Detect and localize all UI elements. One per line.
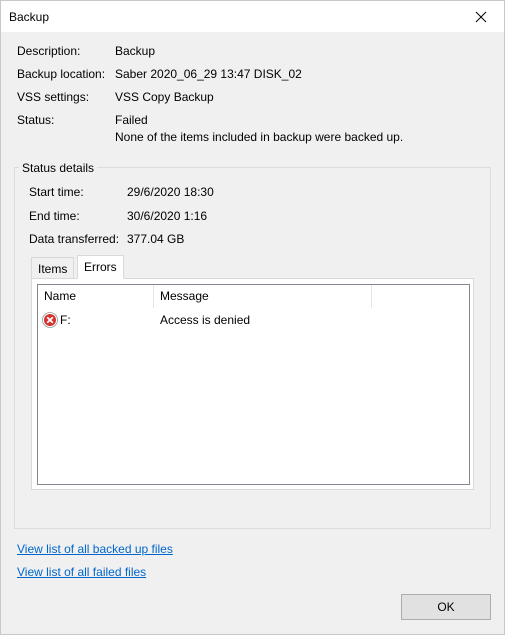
vss-settings-value: VSS Copy Backup [115, 90, 214, 104]
tab-errors[interactable]: Errors [77, 255, 124, 279]
description-value: Backup [115, 44, 156, 58]
item-name: F: [60, 313, 71, 327]
title-bar[interactable]: Backup [1, 1, 504, 32]
status-label: Status: [17, 113, 55, 127]
close-button[interactable] [458, 1, 504, 32]
errors-tab-panel: Name Message F: Access is denied [31, 278, 474, 490]
close-icon [475, 11, 487, 22]
column-header-filler [372, 285, 469, 308]
end-time-value: 30/6/2020 1:16 [127, 209, 208, 223]
status-details-legend: Status details [19, 160, 98, 176]
vss-settings-label: VSS settings: [17, 90, 90, 104]
start-time-value: 29/6/2020 18:30 [127, 185, 214, 199]
tab-items[interactable]: Items [31, 257, 75, 279]
errors-list[interactable]: Name Message F: Access is denied [37, 284, 470, 485]
end-time-label: End time: [29, 209, 80, 223]
column-header-name[interactable]: Name [38, 285, 154, 308]
error-icon [42, 312, 58, 328]
status-details-group: Status details Start time: 29/6/2020 18:… [14, 160, 491, 529]
column-header-message[interactable]: Message [154, 285, 372, 308]
view-failed-files-link[interactable]: View list of all failed files [17, 565, 146, 579]
ok-button[interactable]: OK [401, 594, 491, 620]
status-value: Failed [115, 113, 148, 127]
view-backed-up-files-link[interactable]: View list of all backed up files [17, 542, 173, 556]
status-message: None of the items included in backup wer… [115, 130, 404, 144]
start-time-label: Start time: [29, 185, 84, 199]
list-item[interactable]: F: Access is denied [38, 309, 469, 331]
backup-location-value: Saber 2020_06_29 13:47 DISK_02 [115, 67, 302, 81]
window-title: Backup [9, 10, 50, 24]
description-label: Description: [17, 44, 81, 58]
data-transferred-value: 377.04 GB [127, 232, 185, 246]
item-message: Access is denied [160, 313, 251, 327]
backup-location-label: Backup location: [17, 67, 106, 81]
data-transferred-label: Data transferred: [29, 232, 120, 246]
backup-dialog: Backup Description: Backup Backup locati… [0, 0, 505, 635]
